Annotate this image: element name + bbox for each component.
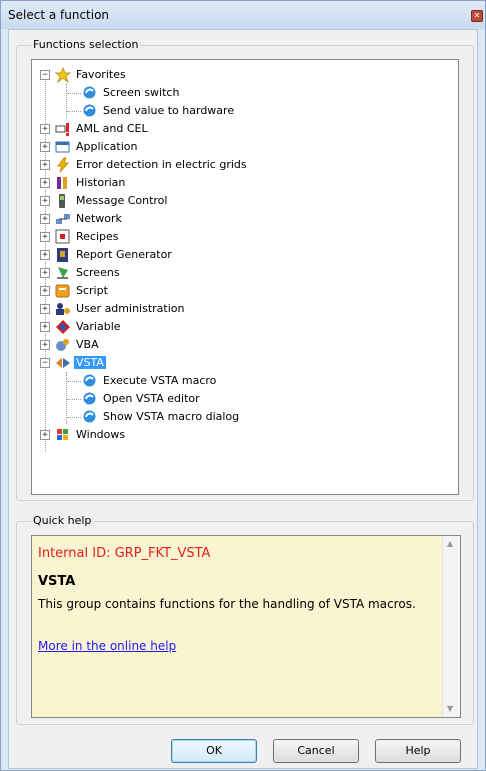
function-icon [82, 85, 96, 99]
expand-icon[interactable]: + [40, 232, 50, 242]
tree-item-aml-cel[interactable]: + AML and CEL [32, 120, 332, 138]
expand-icon[interactable]: + [40, 178, 50, 188]
title-bar[interactable]: Select a function ✕ [1, 1, 485, 29]
tree-item-label: Windows [76, 428, 126, 441]
tree-item-script[interactable]: + Script [32, 282, 332, 300]
lightning-icon [55, 157, 70, 173]
star-folder-icon [54, 66, 72, 84]
tree-item-label: Recipes [76, 230, 119, 243]
user-admin-icon [55, 301, 70, 315]
quick-help-panel: Internal ID: GRP_FKT_VSTA VSTA This grou… [31, 535, 461, 718]
tree-item-label: Send value to hardware [103, 104, 235, 117]
tree-item-open-vsta-editor[interactable]: Open VSTA editor [32, 390, 332, 408]
expand-icon[interactable]: + [40, 124, 50, 134]
functions-selection-label: Functions selection [31, 38, 141, 51]
help-button[interactable]: Help [375, 739, 461, 763]
network-icon [55, 211, 70, 225]
ok-button[interactable]: OK [171, 739, 257, 763]
function-icon [82, 391, 96, 405]
vsta-icon [55, 355, 70, 369]
message-control-icon [55, 193, 69, 208]
tree-item-label: Open VSTA editor [103, 392, 200, 405]
help-description: This group contains functions for the ha… [38, 597, 416, 611]
tree-item-label: Script [76, 284, 108, 297]
variable-icon [55, 319, 70, 334]
tree-item-label: Error detection in electric grids [76, 158, 247, 171]
tree-item-user-administration[interactable]: + User administration [32, 300, 332, 318]
tree-item-label: Message Control [76, 194, 168, 207]
screens-icon [55, 265, 69, 279]
tree-item-application[interactable]: + Application [32, 138, 332, 156]
help-title: VSTA [38, 574, 76, 589]
online-help-link[interactable]: More in the online help [38, 639, 176, 653]
expand-icon[interactable]: + [40, 322, 50, 332]
recipes-icon [55, 229, 70, 244]
tree-item-label: AML and CEL [76, 122, 148, 135]
alarm-icon [55, 121, 69, 136]
historian-icon [55, 175, 69, 189]
close-icon[interactable]: ✕ [471, 10, 483, 22]
tree-item-screens[interactable]: + Screens [32, 264, 332, 282]
tree-item-favorites[interactable]: − Favorites [32, 66, 332, 84]
expand-icon[interactable]: + [40, 430, 50, 440]
collapse-icon[interactable]: − [40, 358, 50, 368]
expand-icon[interactable]: + [40, 340, 50, 350]
tree-item-label: VBA [76, 338, 99, 351]
tree-item-label: VSTA [74, 356, 106, 369]
expand-icon[interactable]: + [40, 304, 50, 314]
tree-item-label: Variable [76, 320, 121, 333]
function-icon [82, 373, 96, 387]
select-function-dialog: Select a function ✕ Functions selection … [0, 0, 486, 771]
tree-item-send-value[interactable]: Send value to hardware [32, 102, 332, 120]
tree-item-label: Favorites [76, 68, 126, 81]
help-scrollbar[interactable]: ▲ ▼ [442, 536, 460, 717]
tree-item-variable[interactable]: + Variable [32, 318, 332, 336]
tree-item-label: Network [76, 212, 122, 225]
dialog-title: Select a function [8, 8, 110, 22]
tree-item-error-detection[interactable]: + Error detection in electric grids [32, 156, 332, 174]
application-window-icon [55, 139, 70, 153]
expand-icon[interactable]: + [40, 214, 50, 224]
tree-item-label: Application [76, 140, 138, 153]
script-icon [55, 283, 70, 298]
windows-icon [55, 427, 69, 441]
tree-item-label: Show VSTA macro dialog [103, 410, 240, 423]
expand-icon[interactable]: + [40, 250, 50, 260]
collapse-icon[interactable]: − [40, 70, 50, 80]
tree-item-label: Execute VSTA macro [103, 374, 217, 387]
tree-item-report-generator[interactable]: + Report Generator [32, 246, 332, 264]
functions-tree[interactable]: − Favorites Screen switch Send value to … [31, 59, 459, 495]
expand-icon[interactable]: + [40, 268, 50, 278]
tree-item-label: Screens [76, 266, 120, 279]
function-icon [82, 103, 96, 117]
tree-item-show-vsta-macro-dialog[interactable]: Show VSTA macro dialog [32, 408, 332, 426]
tree-item-historian[interactable]: + Historian [32, 174, 332, 192]
expand-icon[interactable]: + [40, 196, 50, 206]
vba-icon [55, 337, 69, 351]
tree-item-label: Screen switch [103, 86, 180, 99]
tree-item-vsta[interactable]: − VSTA [32, 354, 332, 372]
scroll-up-icon[interactable]: ▲ [447, 539, 453, 548]
tree-item-vba[interactable]: + VBA [32, 336, 332, 354]
internal-id-text: Internal ID: GRP_FKT_VSTA [38, 546, 211, 561]
quick-help-label: Quick help [31, 514, 94, 527]
cancel-button[interactable]: Cancel [273, 739, 359, 763]
tree-item-message-control[interactable]: + Message Control [32, 192, 332, 210]
function-icon [82, 409, 96, 423]
expand-icon[interactable]: + [40, 142, 50, 152]
tree-item-execute-vsta-macro[interactable]: Execute VSTA macro [32, 372, 332, 390]
expand-icon[interactable]: + [40, 160, 50, 170]
expand-icon[interactable]: + [40, 286, 50, 296]
tree-item-network[interactable]: + Network [32, 210, 332, 228]
tree-item-label: Report Generator [76, 248, 172, 261]
tree-item-label: Historian [76, 176, 126, 189]
report-generator-icon [55, 247, 69, 262]
tree-item-screen-switch[interactable]: Screen switch [32, 84, 332, 102]
tree-item-windows[interactable]: + Windows [32, 426, 332, 444]
tree-item-recipes[interactable]: + Recipes [32, 228, 332, 246]
scroll-down-icon[interactable]: ▼ [447, 704, 453, 713]
tree-item-label: User administration [76, 302, 185, 315]
